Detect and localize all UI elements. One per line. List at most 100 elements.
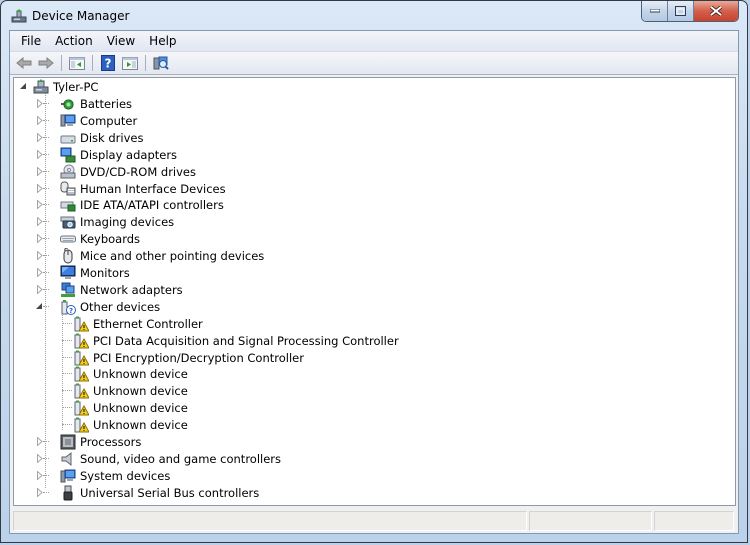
ide-controller-icon [60, 197, 76, 213]
tree-label: Unknown device [93, 400, 188, 415]
tree-category-computer[interactable]: Computer [34, 112, 138, 129]
tree-label: Monitors [80, 265, 130, 280]
tree-category-imaging-devices[interactable]: Imaging devices [34, 213, 175, 230]
title-bar[interactable]: Device Manager [1, 1, 747, 31]
show-hide-console-tree-button[interactable] [66, 53, 88, 73]
minimize-button[interactable] [642, 1, 668, 21]
mouse-icon [60, 247, 76, 264]
help-icon: ? [101, 55, 115, 71]
tree-line [43, 103, 49, 104]
tree-line [43, 441, 49, 442]
tree-line [43, 188, 49, 189]
tree-device-ethernet-controller[interactable]: Ethernet Controller [62, 315, 204, 332]
tree-label: Other devices [80, 299, 161, 314]
minimize-icon [649, 9, 660, 13]
menu-bar: File Action View Help [10, 31, 738, 52]
tree-category-sound-video-and-game-controllers[interactable]: Sound, video and game controllers [34, 450, 282, 467]
client-area: File Action View Help ? Tyler-PC Batteri… [9, 30, 739, 534]
svg-text:?: ? [105, 57, 112, 71]
tree-label: PCI Data Acquisition and Signal Processi… [93, 333, 399, 348]
maximize-icon [675, 6, 686, 16]
tree-line [43, 289, 49, 290]
device-manager-app-icon [11, 8, 27, 24]
menu-view[interactable]: View [100, 33, 142, 49]
tree-label: Display adapters [80, 147, 178, 162]
keyboard-icon [60, 231, 76, 247]
tree-category-batteries[interactable]: Batteries [34, 95, 133, 112]
forward-button[interactable] [35, 53, 57, 73]
tree-category-ide-ata-atapi-controllers[interactable]: IDE ATA/ATAPI controllers [34, 196, 225, 213]
toolbar: ? [10, 52, 738, 75]
tree-category-display-adapters[interactable]: Display adapters [34, 146, 178, 163]
battery-icon [60, 96, 76, 112]
tree-line [43, 221, 49, 222]
menu-help[interactable]: Help [142, 33, 183, 49]
warning-device-icon [73, 417, 90, 433]
device-tree[interactable]: Tyler-PC Batteries Computer Disk drives Dis… [13, 77, 736, 506]
computer-tower-icon [33, 78, 49, 95]
svg-text:?: ? [69, 307, 73, 315]
tree-line [43, 238, 49, 239]
maximize-button[interactable] [668, 1, 694, 21]
back-arrow-icon [16, 57, 32, 69]
status-pane [529, 511, 653, 531]
collapse-icon[interactable] [19, 82, 28, 91]
tree-label: IDE ATA/ATAPI controllers [80, 197, 224, 212]
tree-label: DVD/CD-ROM drives [80, 164, 196, 179]
tree-label: Ethernet Controller [93, 316, 203, 331]
tree-label: Unknown device [93, 383, 188, 398]
tree-device-pci-encryption-decryption-controller[interactable]: PCI Encryption/Decryption Controller [62, 349, 305, 366]
tree-label: Tyler-PC [53, 79, 99, 94]
menu-file[interactable]: File [14, 33, 48, 49]
tree-device-unknown-device[interactable]: Unknown device [62, 382, 189, 399]
tree-category-disk-drives[interactable]: Disk drives [34, 129, 144, 146]
status-pane [13, 511, 528, 531]
usb-icon [60, 485, 76, 501]
tree-label: Network adapters [80, 282, 183, 297]
tree-device-pci-data-acquisition-and-signal-processing-controller[interactable]: PCI Data Acquisition and Signal Processi… [62, 332, 400, 349]
tree-category-dvd-cd-rom-drives[interactable]: DVD/CD-ROM drives [34, 163, 197, 180]
hid-icon [60, 181, 76, 197]
close-icon [710, 6, 722, 16]
monitor-icon [60, 265, 76, 281]
status-bar [10, 509, 738, 533]
show-hide-console-tree-icon [69, 56, 85, 70]
back-button[interactable] [13, 53, 35, 73]
tree-device-unknown-device[interactable]: Unknown device [62, 416, 189, 433]
show-hide-action-pane-button[interactable] [119, 53, 141, 73]
menu-action[interactable]: Action [48, 33, 100, 49]
tree-line [62, 424, 72, 425]
toolbar-separator [92, 55, 93, 71]
tree-category-human-interface-devices[interactable]: Human Interface Devices [34, 180, 227, 197]
tree-label: Keyboards [80, 231, 141, 246]
tree-category-keyboards[interactable]: Keyboards [34, 230, 141, 247]
tree-category-universal-serial-bus-controllers[interactable]: Universal Serial Bus controllers [34, 484, 260, 501]
caption-buttons [641, 1, 739, 22]
close-button[interactable] [694, 1, 738, 21]
tree-line [43, 204, 49, 205]
warning-device-icon [73, 316, 90, 332]
warning-device-icon [73, 366, 90, 382]
tree-line [62, 390, 72, 391]
tree-device-unknown-device[interactable]: Unknown device [62, 399, 189, 416]
status-pane [654, 511, 734, 531]
tree-category-mice-and-other-pointing-devices[interactable]: Mice and other pointing devices [34, 247, 265, 264]
tree-category-network-adapters[interactable]: Network adapters [34, 281, 184, 298]
tree-device-unknown-device[interactable]: Unknown device [62, 365, 189, 382]
scan-hardware-button[interactable] [150, 53, 172, 73]
tree-label: Disk drives [80, 130, 144, 145]
tree-label: PCI Encryption/Decryption Controller [93, 350, 304, 365]
display-adapter-icon [60, 147, 76, 163]
tree-category-system-devices[interactable]: System devices [34, 467, 171, 484]
window-title: Device Manager [32, 9, 130, 23]
tree-category-monitors[interactable]: Monitors [34, 264, 131, 281]
tree-category-processors[interactable]: Processors [34, 433, 142, 450]
tree-category-other-devices[interactable]: ? Other devices [34, 298, 161, 315]
tree-line [43, 120, 49, 121]
warning-device-icon [73, 383, 90, 399]
tree-label: Mice and other pointing devices [80, 248, 265, 263]
tree-root-tyler-pc[interactable]: Tyler-PC [18, 78, 99, 95]
help-button[interactable]: ? [97, 53, 119, 73]
forward-arrow-icon [38, 57, 54, 69]
tree-line [43, 306, 49, 307]
